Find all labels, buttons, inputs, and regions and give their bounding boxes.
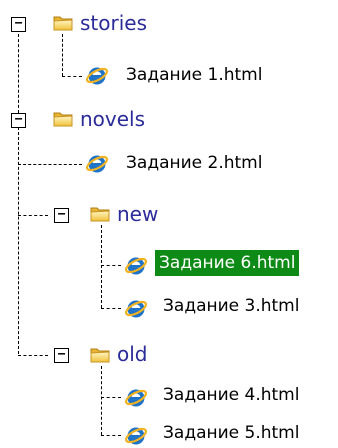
internet-explorer-icon bbox=[124, 253, 148, 277]
tree-view: { "tree": { "toggle_symbol": "−", "folde… bbox=[0, 0, 338, 448]
tree-connector bbox=[101, 265, 121, 266]
tree-connector bbox=[62, 34, 63, 76]
folder-icon bbox=[90, 205, 110, 222]
tree-connector bbox=[101, 366, 102, 435]
file-label[interactable]: Задание 4.html bbox=[159, 382, 303, 408]
internet-explorer-icon bbox=[124, 296, 148, 320]
folder-label-new[interactable]: new bbox=[117, 201, 158, 227]
tree-connector bbox=[18, 127, 19, 354]
internet-explorer-icon bbox=[124, 423, 148, 447]
collapse-toggle-icon[interactable]: − bbox=[54, 208, 69, 223]
tree-connector bbox=[18, 29, 19, 118]
file-label-selected[interactable]: Задание 6.html bbox=[155, 250, 300, 276]
internet-explorer-icon bbox=[85, 151, 109, 175]
internet-explorer-icon bbox=[124, 385, 148, 409]
folder-label-novels[interactable]: novels bbox=[80, 106, 145, 132]
internet-explorer-icon bbox=[85, 63, 109, 87]
tree-connector bbox=[18, 355, 48, 356]
tree-connector bbox=[18, 215, 48, 216]
tree-connector bbox=[101, 397, 121, 398]
folder-label-old[interactable]: old bbox=[117, 341, 148, 367]
collapse-toggle-icon[interactable]: − bbox=[11, 113, 26, 128]
tree-connector bbox=[62, 76, 82, 77]
tree-connector bbox=[18, 164, 82, 165]
file-label[interactable]: Задание 1.html bbox=[122, 62, 266, 88]
file-label[interactable]: Задание 3.html bbox=[159, 293, 303, 319]
tree-connector bbox=[101, 308, 121, 309]
collapse-toggle-icon[interactable]: − bbox=[54, 348, 69, 363]
folder-icon bbox=[53, 14, 73, 31]
folder-icon bbox=[53, 110, 73, 127]
file-label[interactable]: Задание 5.html bbox=[159, 420, 303, 446]
folder-icon bbox=[90, 346, 110, 363]
file-label[interactable]: Задание 2.html bbox=[122, 150, 266, 176]
tree-connector bbox=[101, 435, 121, 436]
collapse-toggle-icon[interactable]: − bbox=[11, 17, 26, 32]
folder-label-stories[interactable]: stories bbox=[80, 10, 147, 36]
tree-connector bbox=[101, 225, 102, 308]
